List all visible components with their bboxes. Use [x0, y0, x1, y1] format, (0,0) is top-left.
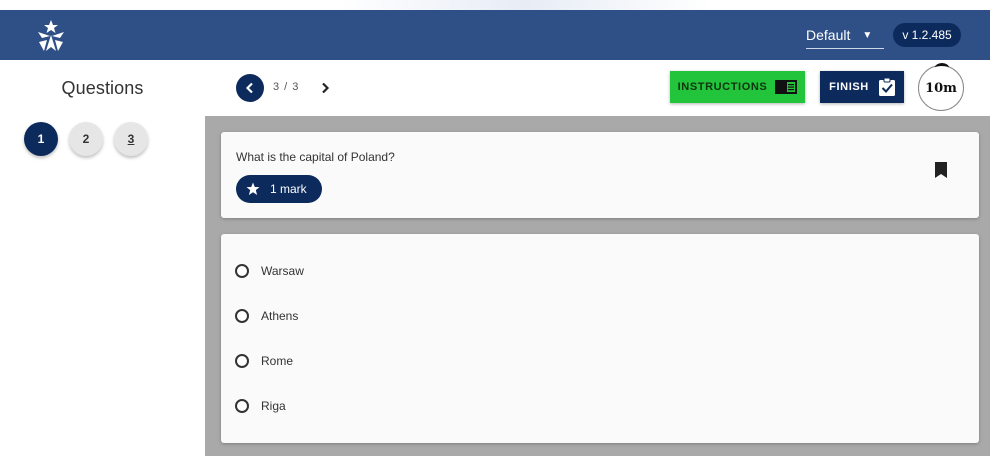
- question-nav-button-2[interactable]: 2: [69, 122, 103, 156]
- bookmark-icon[interactable]: [935, 162, 947, 178]
- question-toolbar: 3 / 3 INSTRUCTIONS FINISH 10m: [205, 60, 990, 116]
- chevron-left-icon: [245, 82, 253, 94]
- top-strip: [0, 0, 990, 10]
- chevron-down-icon: ▼: [862, 29, 873, 41]
- clipboard-check-icon: [878, 78, 895, 96]
- question-nav-button-1[interactable]: 1: [24, 122, 58, 156]
- timer-label: 10m: [925, 80, 957, 96]
- star-icon: [246, 182, 260, 195]
- answer-options-card: Warsaw Athens Rome Riga: [221, 234, 979, 443]
- next-question-button[interactable]: [315, 74, 335, 102]
- book-icon: [775, 80, 798, 94]
- timer-display: 10m: [918, 63, 964, 111]
- radio-button[interactable]: [235, 264, 249, 278]
- answer-option-label: Warsaw: [261, 264, 304, 278]
- app-bar: Default ▼ v 1.2.485: [0, 10, 990, 60]
- marks-label: 1 mark: [270, 182, 307, 196]
- star-logo-icon: [38, 20, 64, 51]
- instructions-button-label: INSTRUCTIONS: [677, 81, 768, 93]
- answer-option[interactable]: Athens: [235, 305, 298, 327]
- question-sidebar: Questions 1 2 3: [0, 60, 205, 456]
- answer-option[interactable]: Warsaw: [235, 260, 304, 282]
- question-text: What is the capital of Poland?: [236, 150, 395, 164]
- version-badge: v 1.2.485: [893, 23, 961, 47]
- answer-option[interactable]: Riga: [235, 395, 286, 417]
- radio-button[interactable]: [235, 309, 249, 323]
- answer-option-label: Riga: [261, 399, 286, 413]
- answer-option-label: Rome: [261, 354, 294, 368]
- previous-question-button[interactable]: [236, 74, 264, 102]
- theme-select[interactable]: Default ▼: [806, 22, 884, 49]
- top-strip-decoration: [340, 0, 710, 10]
- finish-button[interactable]: FINISH: [820, 71, 904, 103]
- question-card: What is the capital of Poland? 1 mark: [221, 132, 979, 218]
- question-nav-button-3[interactable]: 3: [114, 122, 148, 156]
- radio-button[interactable]: [235, 399, 249, 413]
- timer-progress-indicator: [935, 63, 949, 72]
- theme-select-value: Default: [806, 27, 851, 43]
- marks-badge: 1 mark: [236, 175, 322, 203]
- instructions-button[interactable]: INSTRUCTIONS: [670, 71, 805, 103]
- page-indicator: 3 / 3: [273, 81, 300, 93]
- sidebar-title: Questions: [61, 78, 144, 98]
- finish-button-label: FINISH: [829, 81, 869, 93]
- answer-option-label: Athens: [261, 309, 299, 323]
- chevron-right-icon: [322, 82, 330, 94]
- radio-button[interactable]: [235, 354, 249, 368]
- content-area: What is the capital of Poland? 1 mark Wa…: [205, 116, 990, 456]
- answer-option[interactable]: Rome: [235, 350, 293, 372]
